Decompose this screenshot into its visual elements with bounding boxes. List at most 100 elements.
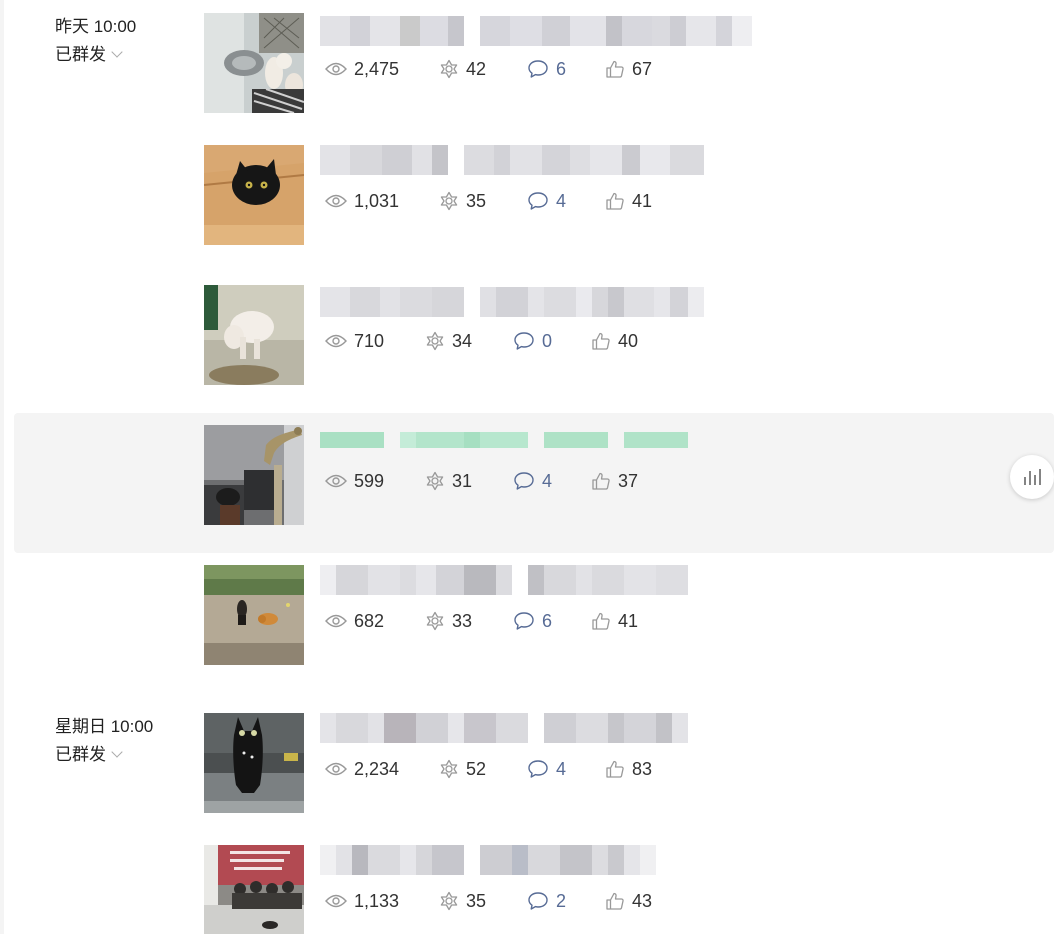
article-title-blurred[interactable]: [320, 145, 704, 175]
comments-stat[interactable]: 6: [527, 57, 566, 81]
eye-icon: [325, 762, 347, 776]
likes-count: 41: [632, 190, 653, 211]
likes-stat: 37: [591, 469, 638, 493]
share-icon: [440, 891, 458, 911]
likes-count: 40: [618, 330, 639, 351]
chevron-down-icon[interactable]: [111, 746, 123, 758]
shares-stat: 35: [439, 189, 486, 213]
shares-stat: 31: [425, 469, 472, 493]
share-icon: [440, 759, 458, 779]
comments-stat[interactable]: 2: [527, 889, 566, 913]
shares-stat: 33: [425, 609, 472, 633]
comments-count: 4: [556, 758, 567, 779]
views-count: 599: [354, 470, 385, 491]
eye-icon: [325, 614, 347, 628]
comments-stat[interactable]: 0: [513, 329, 552, 353]
chevron-down-icon[interactable]: [111, 46, 123, 58]
likes-count: 37: [618, 470, 639, 491]
comments-count: 2: [556, 890, 567, 911]
eye-icon: [325, 334, 347, 348]
comments-stat[interactable]: 4: [513, 469, 552, 493]
likes-stat: 83: [605, 757, 652, 781]
article-thumbnail[interactable]: [204, 713, 304, 813]
views-count: 1,133: [354, 890, 400, 911]
views-stat: 2,475: [325, 57, 399, 81]
shares-stat: 52: [439, 757, 486, 781]
likes-stat: 41: [591, 609, 638, 633]
eye-icon: [325, 474, 347, 488]
likes-stat: 43: [605, 889, 652, 913]
views-count: 2,234: [354, 758, 400, 779]
shares-count: 52: [466, 758, 487, 779]
comments-count: 6: [556, 58, 567, 79]
eye-icon: [325, 62, 347, 76]
data-analysis-button[interactable]: [1010, 455, 1054, 499]
shares-count: 35: [466, 890, 487, 911]
article-title-blurred[interactable]: [320, 16, 752, 46]
views-stat: 682: [325, 609, 384, 633]
article-title-blurred[interactable]: [320, 287, 704, 317]
publish-time: 昨天 10:00: [55, 17, 137, 36]
likes-count: 83: [632, 758, 653, 779]
share-icon: [440, 191, 458, 211]
views-count: 2,475: [354, 58, 400, 79]
comments-stat[interactable]: 4: [527, 189, 566, 213]
eye-icon: [325, 194, 347, 208]
comment-icon: [514, 472, 534, 490]
likes-stat: 67: [605, 57, 652, 81]
article-title-blurred[interactable]: [320, 713, 688, 743]
likes-stat: 40: [591, 329, 638, 353]
views-stat: 2,234: [325, 757, 399, 781]
views-count: 1,031: [354, 190, 400, 211]
share-icon: [440, 59, 458, 79]
views-stat: 599: [325, 469, 384, 493]
likes-count: 43: [632, 890, 653, 911]
publish-status[interactable]: 已群发: [55, 744, 123, 766]
likes-stat: 41: [605, 189, 652, 213]
comments-count: 4: [556, 190, 567, 211]
article-thumbnail[interactable]: [204, 13, 304, 113]
comments-count: 4: [542, 470, 553, 491]
article-thumbnail[interactable]: [204, 845, 304, 934]
comment-icon: [528, 760, 548, 778]
views-count: 682: [354, 610, 385, 631]
article-thumbnail[interactable]: [204, 285, 304, 385]
shares-count: 42: [466, 58, 487, 79]
publish-time: 星期日 10:00: [55, 717, 154, 736]
views-count: 710: [354, 330, 385, 351]
eye-icon: [325, 894, 347, 908]
comment-icon: [514, 332, 534, 350]
comment-icon: [528, 60, 548, 78]
article-thumbnail[interactable]: [204, 565, 304, 665]
shares-count: 33: [452, 610, 473, 631]
publish-status[interactable]: 已群发: [55, 44, 123, 66]
article-title-blurred[interactable]: [320, 565, 688, 595]
publish-status-label: 已群发: [55, 45, 106, 64]
shares-count: 35: [466, 190, 487, 211]
left-panel-edge: [0, 0, 4, 934]
thumbs-up-icon: [606, 892, 624, 910]
shares-stat: 42: [439, 57, 486, 81]
comment-icon: [514, 612, 534, 630]
comments-stat[interactable]: 4: [527, 757, 566, 781]
comment-icon: [528, 192, 548, 210]
article-title-blurred[interactable]: [320, 432, 688, 448]
article-thumbnail[interactable]: [204, 145, 304, 245]
publish-status-label: 已群发: [55, 745, 106, 764]
thumbs-up-icon: [606, 760, 624, 778]
likes-count: 41: [618, 610, 639, 631]
article-title-blurred[interactable]: [320, 845, 656, 875]
comments-stat[interactable]: 6: [513, 609, 552, 633]
views-stat: 1,031: [325, 189, 399, 213]
shares-stat: 34: [425, 329, 472, 353]
comments-count: 6: [542, 610, 553, 631]
thumbs-up-icon: [606, 60, 624, 78]
article-thumbnail[interactable]: [204, 425, 304, 525]
views-stat: 710: [325, 329, 384, 353]
bar-chart-icon: [1024, 469, 1041, 485]
thumbs-up-icon: [606, 192, 624, 210]
comments-count: 0: [542, 330, 553, 351]
thumbs-up-icon: [592, 332, 610, 350]
shares-stat: 35: [439, 889, 486, 913]
share-icon: [426, 611, 444, 631]
